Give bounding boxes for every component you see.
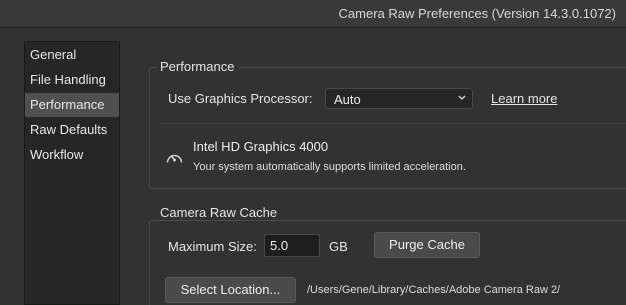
sidebar-item-general[interactable]: General [25, 43, 119, 67]
title-bar: Camera Raw Preferences (Version 14.3.0.1… [0, 0, 626, 28]
sidebar-item-label: General [30, 47, 77, 62]
cache-group-title: Camera Raw Cache [157, 205, 281, 220]
chevron-down-icon [458, 95, 466, 100]
gpu-select[interactable]: Auto [325, 88, 473, 109]
sidebar-item-label: Workflow [30, 147, 84, 162]
learn-more-link[interactable]: Learn more [491, 91, 557, 106]
sidebar-item-file-handling[interactable]: File Handling [25, 68, 119, 92]
sidebar-item-label: File Handling [30, 72, 106, 87]
performance-group-title: Performance [157, 59, 238, 74]
purge-cache-button[interactable]: Purge Cache [374, 232, 480, 258]
gpu-select-value: Auto [334, 92, 361, 107]
max-size-input[interactable]: 5.0 [264, 234, 320, 257]
sidebar-item-raw-defaults[interactable]: Raw Defaults [25, 118, 119, 142]
max-size-value: 5.0 [270, 238, 289, 253]
divider [161, 123, 626, 124]
max-size-label: Maximum Size: [168, 239, 257, 254]
sidebar-item-label: Raw Defaults [30, 122, 108, 137]
gpu-name: Intel HD Graphics 4000 [193, 139, 329, 154]
gauge-icon [166, 154, 183, 163]
sidebar-item-label: Performance [30, 97, 105, 112]
window-title: Camera Raw Preferences (Version 14.3.0.1… [338, 6, 616, 21]
preferences-sidebar: General File Handling Performance Raw De… [24, 41, 120, 305]
select-location-button[interactable]: Select Location... [165, 277, 296, 303]
cache-location-path: /Users/Gene/Library/Caches/Adobe Camera … [307, 284, 561, 296]
size-unit: GB [329, 239, 348, 254]
sidebar-item-performance[interactable]: Performance [25, 93, 119, 117]
gpu-status-text: Your system automatically supports limit… [193, 161, 466, 173]
gpu-label: Use Graphics Processor: [168, 91, 313, 106]
sidebar-item-workflow[interactable]: Workflow [25, 143, 119, 167]
